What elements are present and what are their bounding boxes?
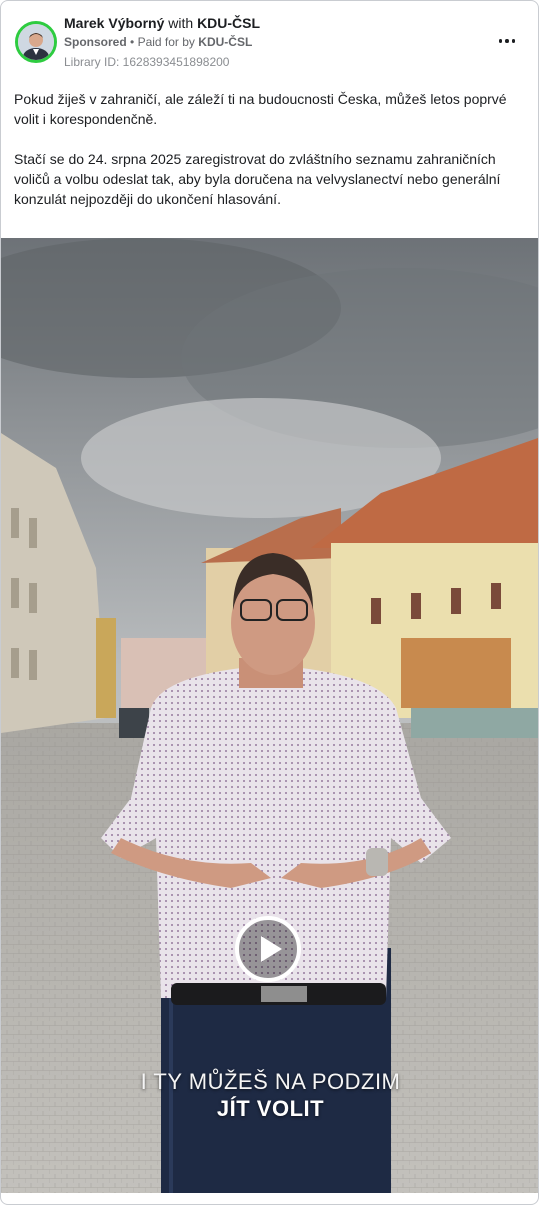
page-avatar[interactable] <box>15 21 57 63</box>
play-button[interactable] <box>235 916 301 982</box>
more-horizontal-icon-dot <box>498 39 503 43</box>
more-horizontal-icon-dot <box>505 39 509 43</box>
paid-for-name: KDU-ČSL <box>198 35 253 49</box>
video-thumbnail <box>1 238 538 1193</box>
page-name-link[interactable]: Marek Výborný <box>64 15 164 31</box>
body-paragraph-2: Stačí se do 24. srpna 2025 zaregistrovat… <box>14 151 501 207</box>
body-paragraph-1: Pokud žiješ v zahraničí, ale záleží ti n… <box>14 91 507 127</box>
ad-card: Marek Výborný with KDU-ČSL Sponsored • P… <box>0 0 539 1205</box>
ad-header: Marek Výborný with KDU-ČSL Sponsored • P… <box>1 1 538 81</box>
paid-for-text: Paid for by <box>137 35 195 49</box>
separator-dot: • <box>130 35 135 49</box>
with-text: with <box>168 15 194 31</box>
sponsor-line: Sponsored • Paid for by KDU-ČSL <box>64 35 252 49</box>
video-caption-line-2: JÍT VOLIT <box>216 1096 325 1121</box>
ad-body-text: Pokud žiješ v zahraničí, ale záleží ti n… <box>14 89 526 245</box>
video-player[interactable]: I TY MŮŽEŠ NA PODZIM JÍT VOLIT <box>1 238 538 1193</box>
partner-name-link[interactable]: KDU-ČSL <box>197 15 260 31</box>
sponsored-label: Sponsored <box>64 35 127 49</box>
video-caption-line-1: I TY MŮŽEŠ NA PODZIM <box>140 1069 401 1094</box>
avatar-portrait-icon <box>18 24 54 60</box>
advertiser-line: Marek Výborný with KDU-ČSL <box>64 15 260 31</box>
library-id: Library ID: 1628393451898200 <box>64 55 230 69</box>
more-horizontal-icon-dot <box>511 39 516 43</box>
more-options-button[interactable] <box>493 31 521 51</box>
play-icon <box>261 936 282 962</box>
